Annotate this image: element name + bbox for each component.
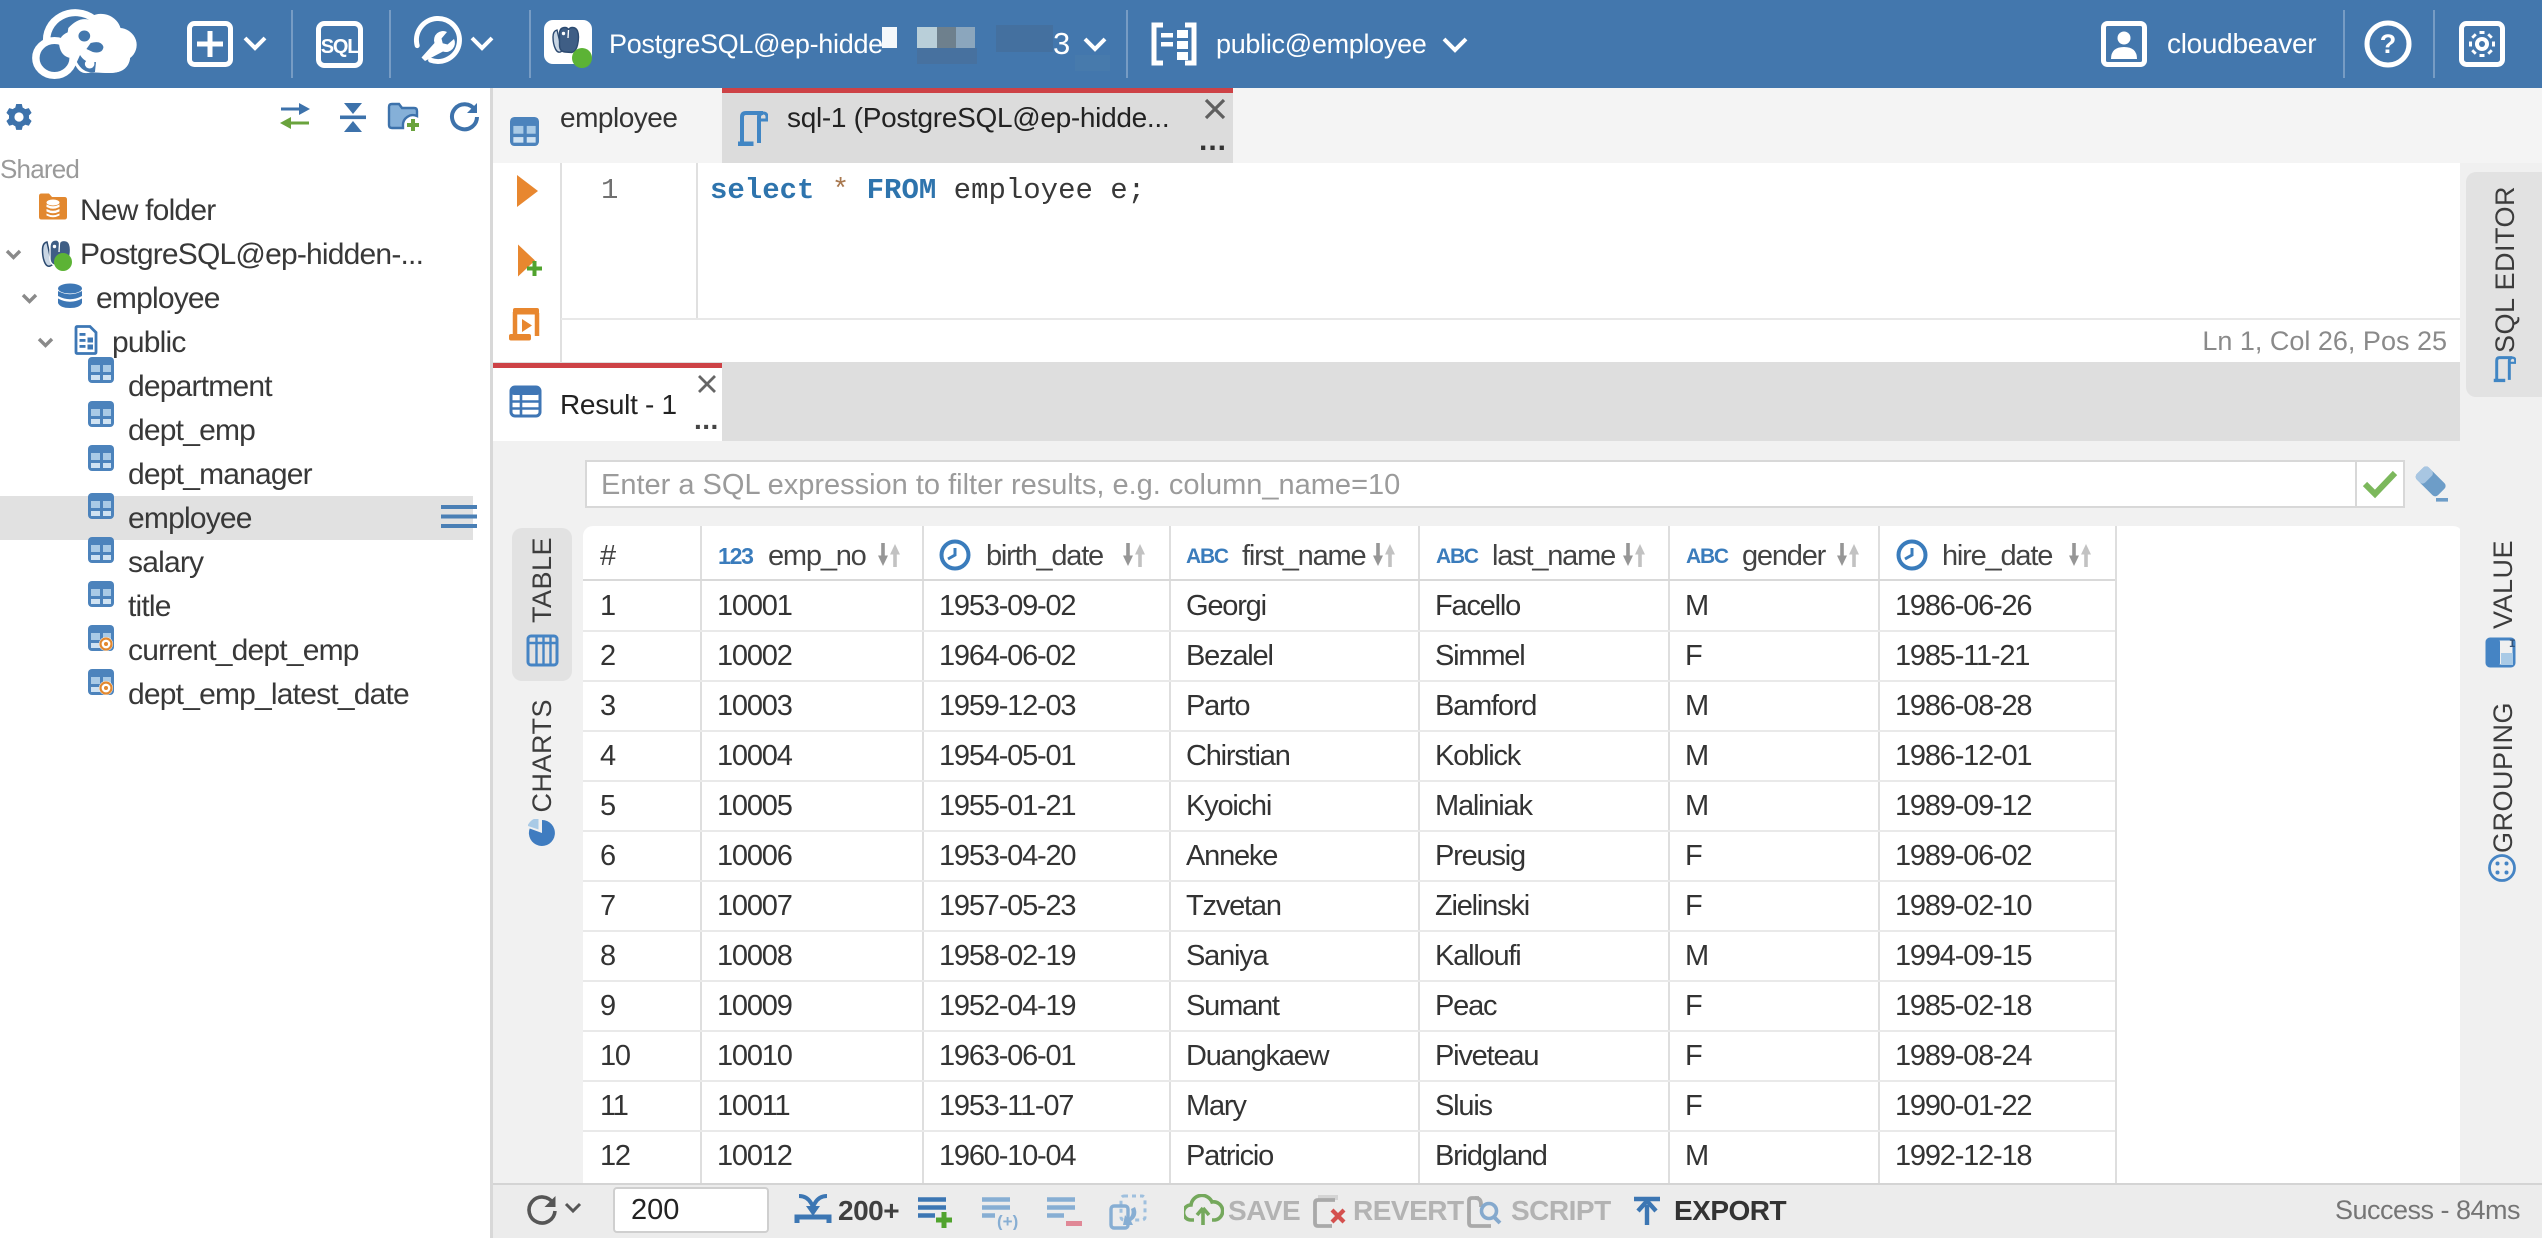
svg-text:SQL: SQL bbox=[321, 36, 359, 58]
svg-text:?: ? bbox=[2380, 29, 2397, 59]
svg-text:(+): (+) bbox=[997, 1212, 1018, 1230]
svg-text:I: I bbox=[2509, 639, 2516, 651]
